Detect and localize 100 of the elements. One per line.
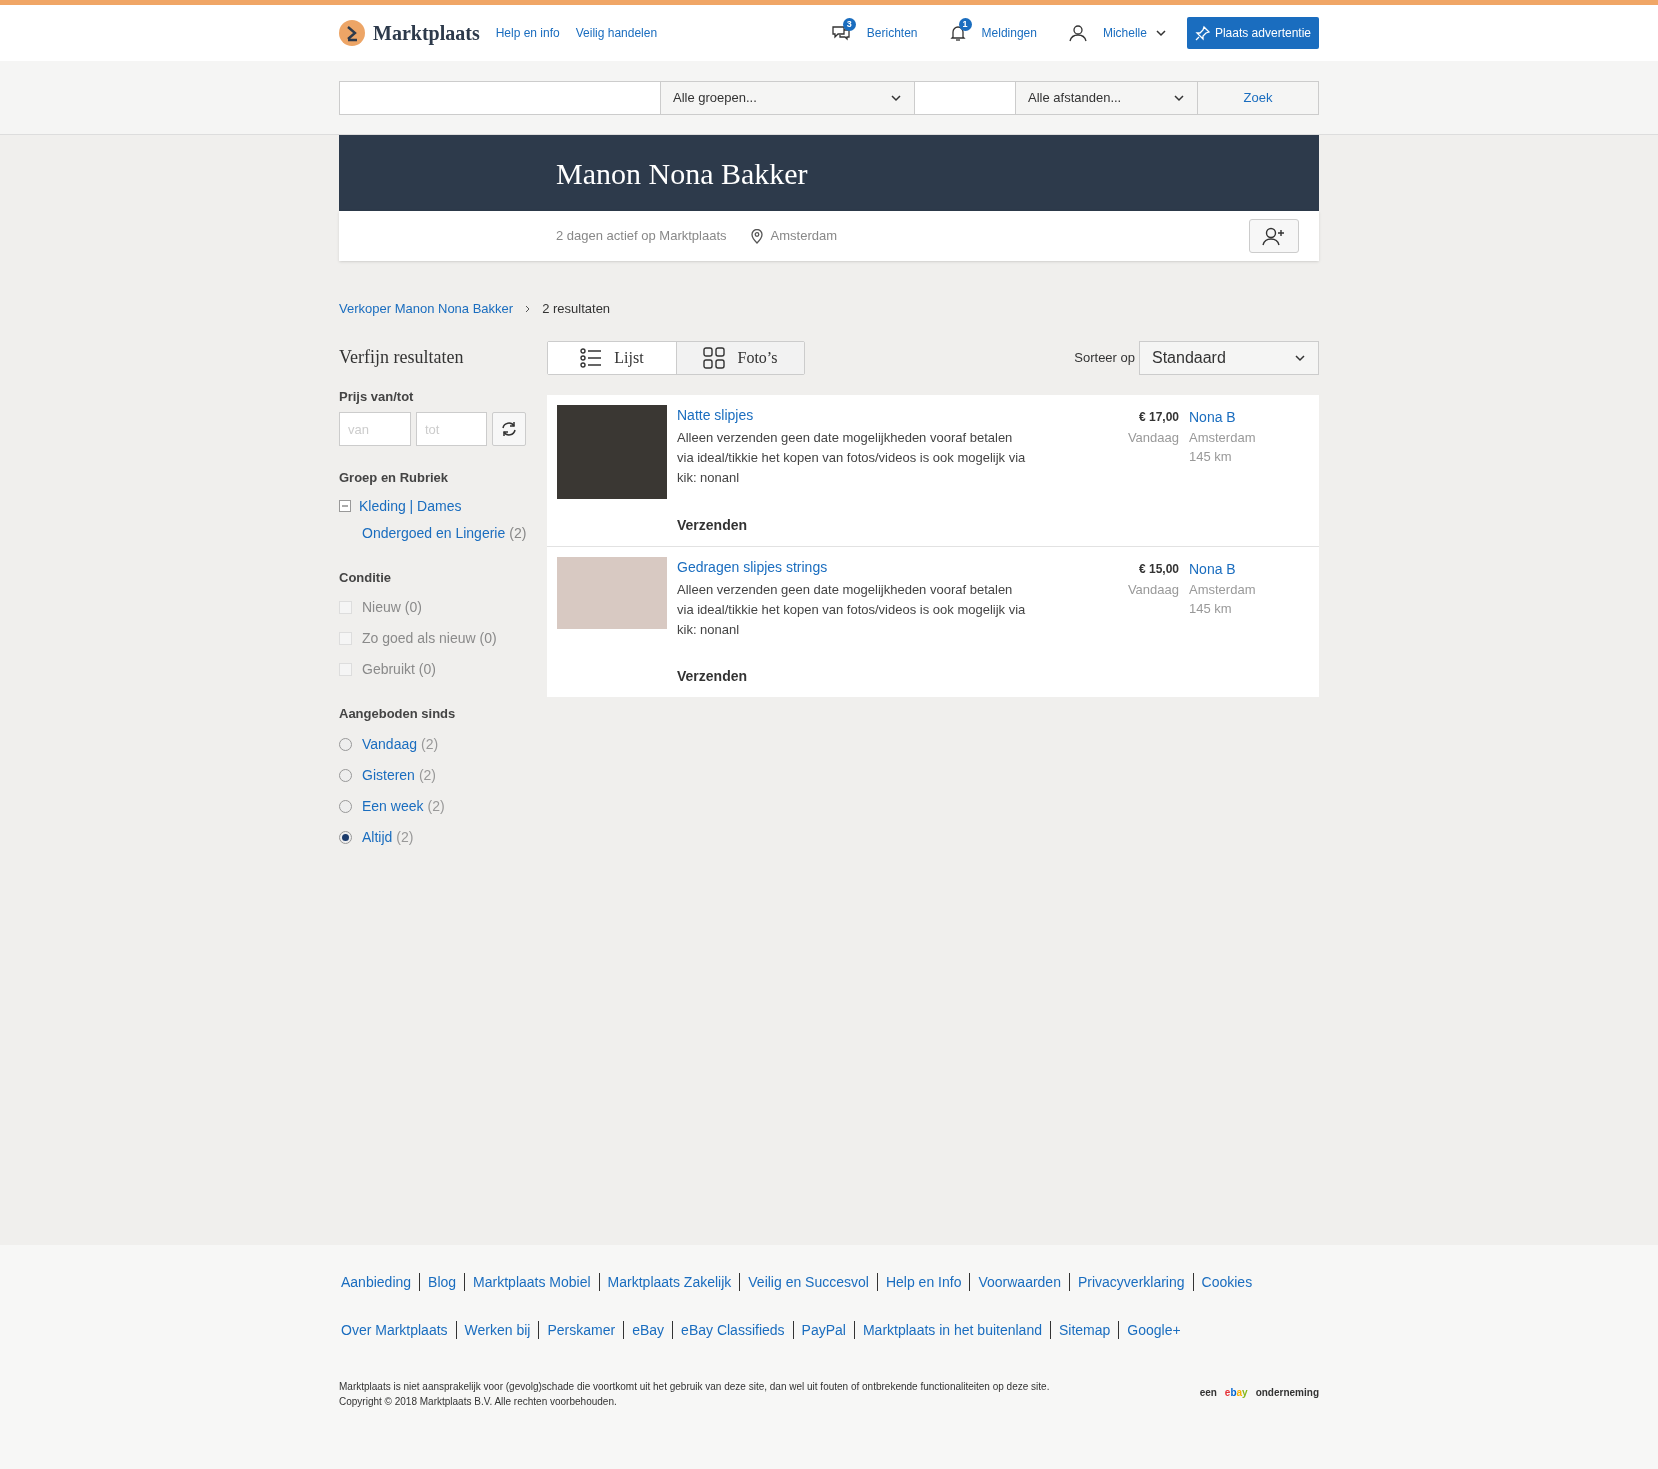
company-suffix: onderneming <box>1255 1386 1319 1400</box>
chevron-right-icon <box>525 304 531 313</box>
since-option-count: (2) <box>427 796 445 816</box>
since-option-link[interactable]: Gisteren <box>362 764 415 786</box>
sort-label: Sorteer op <box>1074 348 1135 367</box>
collapse-icon[interactable] <box>339 500 351 512</box>
footer-link[interactable]: Sitemap <box>1049 1321 1119 1339</box>
delivery-method: Verzenden <box>677 666 749 686</box>
seller-location: Amsterdam <box>770 227 838 246</box>
listing-price: € 17,00 <box>1138 408 1179 426</box>
listing-location: Amsterdam <box>1189 580 1257 599</box>
search-field[interactable] <box>339 80 661 115</box>
condition-option-label: Gebruikt (0) <box>362 660 436 679</box>
since-option-count: (2) <box>421 734 439 754</box>
ebay-logo: ebay <box>1224 1386 1248 1400</box>
user-menu[interactable]: Michelle <box>1102 24 1147 42</box>
listing-location: Amsterdam <box>1189 428 1257 447</box>
radio-button[interactable] <box>339 799 352 813</box>
listing-distance: 145 km <box>1189 600 1233 618</box>
header-link[interactable]: Help en info <box>495 24 560 42</box>
view-tab[interactable]: Foto’s <box>676 341 804 374</box>
footer-link[interactable]: eBay Classifieds <box>672 1321 793 1339</box>
footer-link[interactable]: PayPal <box>792 1321 854 1339</box>
footer-link[interactable]: Voorwaarden <box>969 1273 1069 1291</box>
listing-row[interactable]: Natte slipjes Alleen verzenden geen date mogelijkheden vooraf betalen via ideal/tikkie het kopen van fotos/videos is ook mogelijk via kik: nonanl Verzenden € 17,00 Vandaag Nona B Amsterdam 145 km <box>547 394 1319 546</box>
postcode-field[interactable] <box>915 80 1016 115</box>
footer-link[interactable]: Marktplaats in het buitenland <box>853 1321 1050 1339</box>
chevron-down-icon <box>1154 29 1167 37</box>
listing-date: Vandaag <box>1127 428 1179 447</box>
footer-link[interactable]: Veilig en Succesvol <box>739 1273 877 1291</box>
view-tab[interactable]: Lijst <box>548 341 676 374</box>
category-link[interactable]: Kleding | Dames <box>359 495 462 517</box>
copyright-text: Copyright © 2018 Marktplaats B.V. Alle rechten voorbehouden. <box>339 1395 618 1409</box>
company-prefix: een <box>1199 1386 1217 1400</box>
footer-link[interactable]: Blog <box>419 1273 465 1291</box>
since-option-count: (2) <box>396 827 414 847</box>
price-filter-label: Prijs van/tot <box>339 387 415 406</box>
delivery-method: Verzenden <box>677 515 749 535</box>
radio-button[interactable] <box>339 737 352 751</box>
header-link[interactable]: Veilig handelen <box>575 24 658 42</box>
footer-link[interactable]: Cookies <box>1192 1273 1261 1291</box>
condition-filter-label: Conditie <box>339 568 392 587</box>
add-user-icon <box>1262 226 1286 246</box>
breadcrumb-link[interactable]: Verkoper Manon Nona Bakker <box>339 299 514 319</box>
result-count: 2 resultaten <box>542 300 611 318</box>
pin-icon <box>1194 25 1211 41</box>
footer-link[interactable]: Marktplaats Mobiel <box>464 1273 599 1291</box>
place-ad-button[interactable]: Plaats advertentie <box>1186 17 1319 49</box>
since-option-link[interactable]: Vandaag <box>362 733 417 755</box>
offered-since-label: Aangeboden sinds <box>339 705 457 723</box>
condition-option-label: Nieuw (0) <box>362 598 422 617</box>
listing-price: € 15,00 <box>1138 560 1179 578</box>
group-filter-label: Groep en Rubriek <box>339 469 450 487</box>
search-button[interactable]: Zoek <box>1198 80 1319 115</box>
listing-title[interactable]: Natte slipjes <box>677 404 1077 426</box>
category-dropdown[interactable]: Alle groepen... <box>661 80 915 115</box>
listing-description: Alleen verzenden geen date mogelijkheden vooraf betalen via ideal/tikkie het kopen van fotos/videos is ook mogelijk via kik: nonanl <box>677 428 1027 487</box>
active-since-text: 2 dagen actief op Marktplaats <box>556 227 727 246</box>
listing-title[interactable]: Gedragen slipjes strings <box>677 556 1077 578</box>
grid-icon <box>703 346 726 369</box>
refresh-icon <box>500 420 518 438</box>
filter-title: Verfijn resultaten <box>339 345 465 369</box>
chevron-down-icon <box>1294 353 1306 362</box>
seller-name: Manon Nona Bakker <box>556 155 808 192</box>
footer-link[interactable]: Werken bij <box>455 1321 539 1339</box>
follow-seller-button[interactable] <box>1249 219 1299 253</box>
footer-link[interactable]: Perskamer <box>538 1321 624 1339</box>
user-icon[interactable] <box>1068 24 1087 42</box>
messages-link[interactable]: Berichten <box>866 24 918 42</box>
notification-count-badge: 1 <box>958 18 972 31</box>
chevron-down-icon <box>1173 93 1185 102</box>
chevron-down-icon <box>890 93 902 102</box>
refresh-button[interactable] <box>492 412 526 446</box>
footer-link[interactable]: Help en Info <box>876 1273 970 1291</box>
logo-text[interactable]: Marktplaats <box>373 18 480 48</box>
since-option-link[interactable]: Een week <box>362 795 424 817</box>
list-icon <box>580 347 603 368</box>
radio-button[interactable] <box>339 768 352 782</box>
seller-link[interactable]: Nona B <box>1189 406 1309 428</box>
since-option-link[interactable]: Altijd <box>362 826 393 848</box>
message-count-badge: 3 <box>842 18 856 31</box>
footer-link[interactable]: Privacyverklaring <box>1068 1273 1193 1291</box>
condition-option-label: Zo goed als nieuw (0) <box>362 629 497 648</box>
listing-description: Alleen verzenden geen date mogelijkheden vooraf betalen via ideal/tikkie het kopen van fotos/videos is ook mogelijk via kik: nonanl <box>677 580 1027 639</box>
subcategory-count: (2) <box>509 523 527 543</box>
notifications-link[interactable]: Meldingen <box>981 24 1037 42</box>
sort-dropdown[interactable]: Standaard <box>1139 340 1319 375</box>
footer-link[interactable]: eBay <box>623 1321 673 1339</box>
disclaimer-text: Marktplaats is niet aansprakelijk voor (gevolg)schade die voortkomt uit het gebruik van deze site, dan wel uit fouten of ontbrekende functionaliteiten op deze site. <box>339 1380 1050 1394</box>
footer-link[interactable]: Over Marktplaats <box>339 1321 456 1339</box>
since-option-count: (2) <box>418 765 437 785</box>
logo-icon <box>339 20 365 46</box>
distance-dropdown[interactable]: Alle afstanden... <box>1016 80 1198 115</box>
radio-button[interactable] <box>339 830 352 844</box>
location-pin-icon <box>750 228 763 244</box>
subcategory-link[interactable]: Ondergoed en Lingerie <box>362 522 506 544</box>
seller-link[interactable]: Nona B <box>1189 558 1309 580</box>
footer-link[interactable]: Aanbieding <box>339 1273 420 1291</box>
footer-link[interactable]: Google+ <box>1118 1321 1189 1339</box>
footer-link[interactable]: Marktplaats Zakelijk <box>598 1273 740 1291</box>
